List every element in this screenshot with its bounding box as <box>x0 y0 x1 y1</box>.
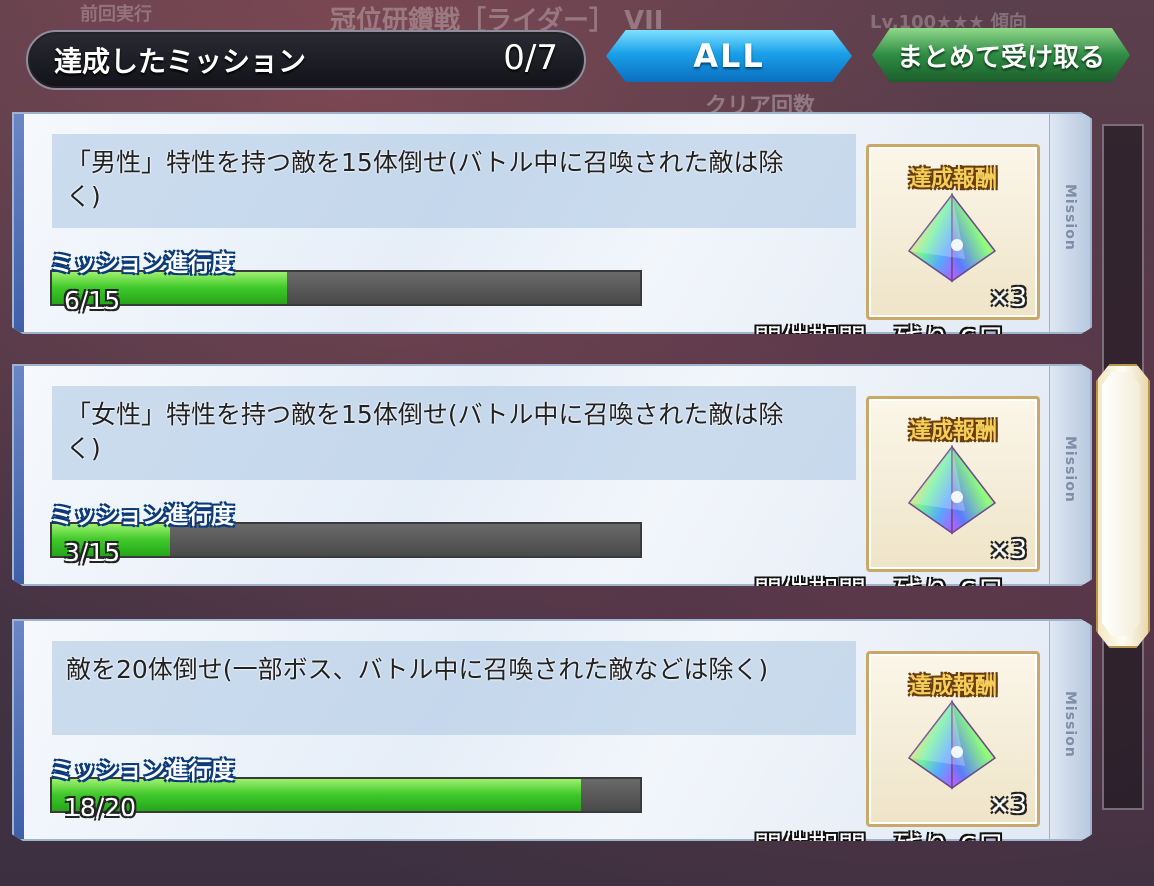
mission-reward[interactable]: 達成報酬 ×3 <box>866 144 1040 320</box>
card-left-accent <box>14 114 24 332</box>
filter-all-label: ALL <box>693 37 765 75</box>
saint-quartz-icon <box>907 700 997 790</box>
mission-progress-text: 18/20 <box>64 793 137 822</box>
mission-progress-label: ミッション進行度 <box>50 758 234 784</box>
mission-description: 敵を20体倒せ(一部ボス、バトル中に召喚された敵などは除く) <box>66 655 769 684</box>
mission-description-box: 敵を20体倒せ(一部ボス、バトル中に召喚された敵などは除く) <box>52 641 856 735</box>
mission-edge-label: Mission <box>1062 184 1078 251</box>
mission-reward[interactable]: 達成報酬 ×3 <box>866 396 1040 572</box>
scrollbar-thumb-inner <box>1102 372 1140 636</box>
mission-description: 「女性」特性を持つ敵を15体倒せ(バトル中に召喚された敵は除く) <box>66 400 784 463</box>
mission-card[interactable]: 「男性」特性を持つ敵を15体倒せ(バトル中に召喚された敵は除く) ミッション進行… <box>12 112 1092 334</box>
mission-card[interactable]: 敵を20体倒せ(一部ボス、バトル中に召喚された敵などは除く) ミッション進行度 … <box>12 619 1092 841</box>
completed-missions-header: 達成したミッション 0/7 <box>26 30 586 90</box>
card-edge-tab: Mission <box>1049 114 1090 332</box>
mission-progress-text: 3/15 <box>64 538 121 567</box>
collect-all-label: まとめて受け取る <box>896 42 1105 73</box>
card-edge-tab: Mission <box>1049 366 1090 584</box>
mission-description-box: 「男性」特性を持つ敵を15体倒せ(バトル中に召喚された敵は除く) <box>52 134 856 228</box>
mission-description: 「男性」特性を持つ敵を15体倒せ(バトル中に召喚された敵は除く) <box>66 148 784 211</box>
saint-quartz-icon <box>907 445 997 535</box>
header-count: 0/7 <box>503 38 558 78</box>
mission-progress-label: ミッション進行度 <box>50 503 234 529</box>
collect-all-button[interactable]: まとめて受け取る <box>872 28 1130 82</box>
filter-all-button[interactable]: ALL <box>606 30 852 82</box>
card-left-accent <box>14 366 24 584</box>
mission-edge-label: Mission <box>1062 691 1078 758</box>
reward-quantity: ×3 <box>988 790 1027 820</box>
header-title: 達成したミッション <box>54 45 307 78</box>
mission-period: 開催期間 残り 6日 <box>754 830 1005 863</box>
mission-period: 開催期間 残り 6日 <box>754 323 1005 356</box>
mission-description-box: 「女性」特性を持つ敵を15体倒せ(バトル中に召喚された敵は除く) <box>52 386 856 480</box>
mission-card[interactable]: 「女性」特性を持つ敵を15体倒せ(バトル中に召喚された敵は除く) ミッション進行… <box>12 364 1092 586</box>
reward-label: 達成報酬 <box>908 674 997 699</box>
card-left-accent <box>14 621 24 839</box>
saint-quartz-icon <box>907 193 997 283</box>
mission-progress-text: 6/15 <box>64 286 121 315</box>
mission-edge-label: Mission <box>1062 436 1078 503</box>
reward-quantity: ×3 <box>988 535 1027 565</box>
reward-label: 達成報酬 <box>908 167 997 192</box>
mission-progress-label: ミッション進行度 <box>50 251 234 277</box>
mission-period: 開催期間 残り 6日 <box>754 575 1005 608</box>
reward-label: 達成報酬 <box>908 419 997 444</box>
reward-quantity: ×3 <box>988 283 1027 313</box>
background-text-previous: 前回実行 <box>80 4 152 25</box>
card-edge-tab: Mission <box>1049 621 1090 839</box>
mission-reward[interactable]: 達成報酬 ×3 <box>866 651 1040 827</box>
